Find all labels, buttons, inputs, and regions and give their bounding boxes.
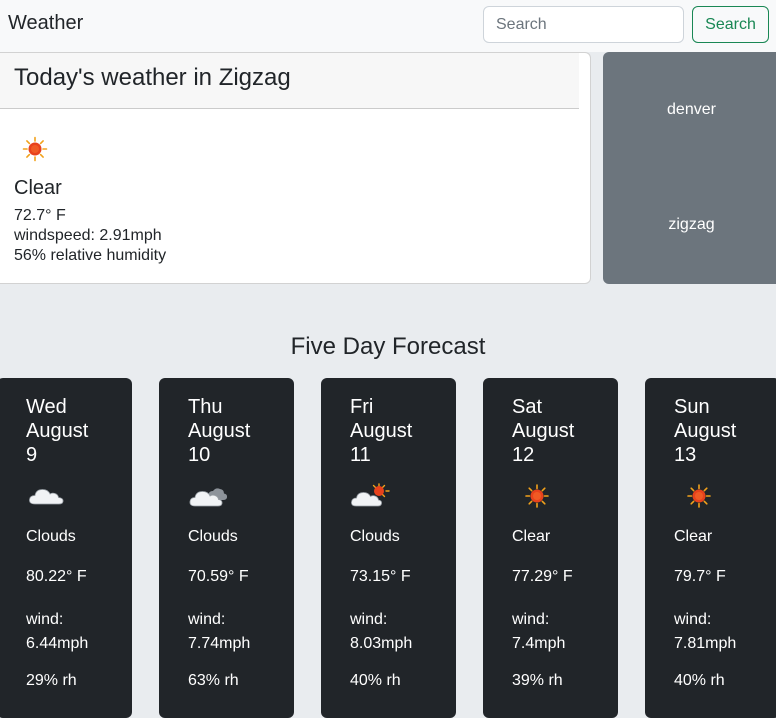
forecast-month: August bbox=[26, 420, 89, 442]
clouds-icon bbox=[29, 489, 64, 505]
today-title: Today's weather in Zigzag bbox=[14, 64, 291, 91]
forecast-weekday: Thu bbox=[188, 396, 223, 418]
forecast-day: 13 bbox=[674, 444, 697, 466]
sun-icon bbox=[22, 136, 48, 162]
few-clouds-icon bbox=[351, 483, 390, 507]
search-history: denver zigzag bbox=[603, 52, 776, 284]
forecast-humidity: 63% rh bbox=[188, 672, 239, 689]
broken-clouds-icon bbox=[189, 488, 228, 507]
today-condition: Clear bbox=[14, 177, 62, 199]
forecast-month: August bbox=[674, 420, 737, 442]
forecast-wind: wind: 7.74mph bbox=[188, 608, 288, 656]
forecast-card: Sun August 13 Clear 79.7° F wind: 7.81mp… bbox=[645, 378, 776, 718]
forecast-wind-value: 8.03mph bbox=[350, 635, 413, 652]
search-button[interactable]: Search bbox=[692, 6, 769, 43]
forecast-temperature: 77.29° F bbox=[512, 568, 573, 585]
forecast-weekday: Sun bbox=[674, 396, 710, 418]
forecast-wind: wind: 7.4mph bbox=[512, 608, 612, 656]
forecast-temperature: 80.22° F bbox=[26, 568, 87, 585]
history-item-zigzag[interactable]: zigzag bbox=[603, 216, 776, 234]
forecast-title: Five Day Forecast bbox=[290, 333, 486, 360]
forecast-wind-label: wind: bbox=[188, 611, 226, 628]
forecast-wind-value: 7.81mph bbox=[674, 635, 737, 652]
sun-icon bbox=[525, 484, 549, 508]
forecast-condition: Clear bbox=[512, 528, 551, 545]
forecast-wind-value: 7.4mph bbox=[512, 635, 566, 652]
forecast-weekday: Fri bbox=[350, 396, 374, 418]
forecast-humidity: 29% rh bbox=[26, 672, 77, 689]
search-input[interactable] bbox=[483, 6, 684, 43]
forecast-card: Fri August 11 Clouds 73.15° F wind: 8.03… bbox=[321, 378, 456, 718]
forecast-date: Thu August 10 bbox=[188, 395, 288, 467]
forecast-wind-value: 6.44mph bbox=[26, 635, 89, 652]
today-windspeed: windspeed: 2.91mph bbox=[14, 227, 162, 244]
forecast-wind-value: 7.74mph bbox=[188, 635, 251, 652]
forecast-date: Sun August 13 bbox=[674, 395, 774, 467]
brand-title[interactable]: Weather bbox=[8, 12, 83, 35]
forecast-wind-label: wind: bbox=[674, 611, 712, 628]
forecast-card: Wed August 9 Clouds 80.22° F wind: 6.44m… bbox=[0, 378, 132, 718]
forecast-humidity: 39% rh bbox=[512, 672, 563, 689]
forecast-month: August bbox=[188, 420, 251, 442]
forecast-wind: wind: 8.03mph bbox=[350, 608, 450, 656]
forecast-day: 9 bbox=[26, 444, 38, 466]
navbar: Weather Search bbox=[0, 0, 776, 52]
forecast-wind-label: wind: bbox=[350, 611, 388, 628]
forecast-condition: Clouds bbox=[26, 528, 76, 545]
today-temperature: 72.7° F bbox=[14, 207, 66, 224]
today-weather-card: Today's weather in Zigzag Clear 72.7° F … bbox=[0, 52, 591, 284]
history-item-denver[interactable]: denver bbox=[603, 101, 776, 119]
forecast-temperature: 73.15° F bbox=[350, 568, 411, 585]
forecast-date: Sat August 12 bbox=[512, 395, 612, 467]
today-humidity: 56% relative humidity bbox=[14, 247, 167, 264]
forecast-weekday: Wed bbox=[26, 396, 67, 418]
forecast-card: Sat August 12 Clear 77.29° F wind: 7.4mp… bbox=[483, 378, 618, 718]
forecast-condition: Clear bbox=[674, 528, 713, 545]
forecast-month: August bbox=[512, 420, 575, 442]
forecast-day: 11 bbox=[350, 444, 371, 466]
forecast-temperature: 79.7° F bbox=[674, 568, 726, 585]
forecast-date: Wed August 9 bbox=[26, 395, 126, 467]
forecast-wind-label: wind: bbox=[512, 611, 550, 628]
forecast-temperature: 70.59° F bbox=[188, 568, 249, 585]
forecast-condition: Clouds bbox=[188, 528, 238, 545]
forecast-day: 12 bbox=[512, 444, 535, 466]
forecast-wind-label: wind: bbox=[26, 611, 64, 628]
forecast-weekday: Sat bbox=[512, 396, 543, 418]
forecast-condition: Clouds bbox=[350, 528, 400, 545]
forecast-wind: wind: 6.44mph bbox=[26, 608, 126, 656]
forecast-humidity: 40% rh bbox=[350, 672, 401, 689]
forecast-day: 10 bbox=[188, 444, 211, 466]
forecast-wind: wind: 7.81mph bbox=[674, 608, 774, 656]
sun-icon bbox=[687, 484, 711, 508]
forecast-date: Fri August 11 bbox=[350, 395, 450, 467]
forecast-month: August bbox=[350, 420, 413, 442]
forecast-humidity: 40% rh bbox=[674, 672, 725, 689]
forecast-card: Thu August 10 Clouds 70.59° F wind: 7.74… bbox=[159, 378, 294, 718]
today-header: Today's weather in Zigzag bbox=[0, 53, 579, 109]
